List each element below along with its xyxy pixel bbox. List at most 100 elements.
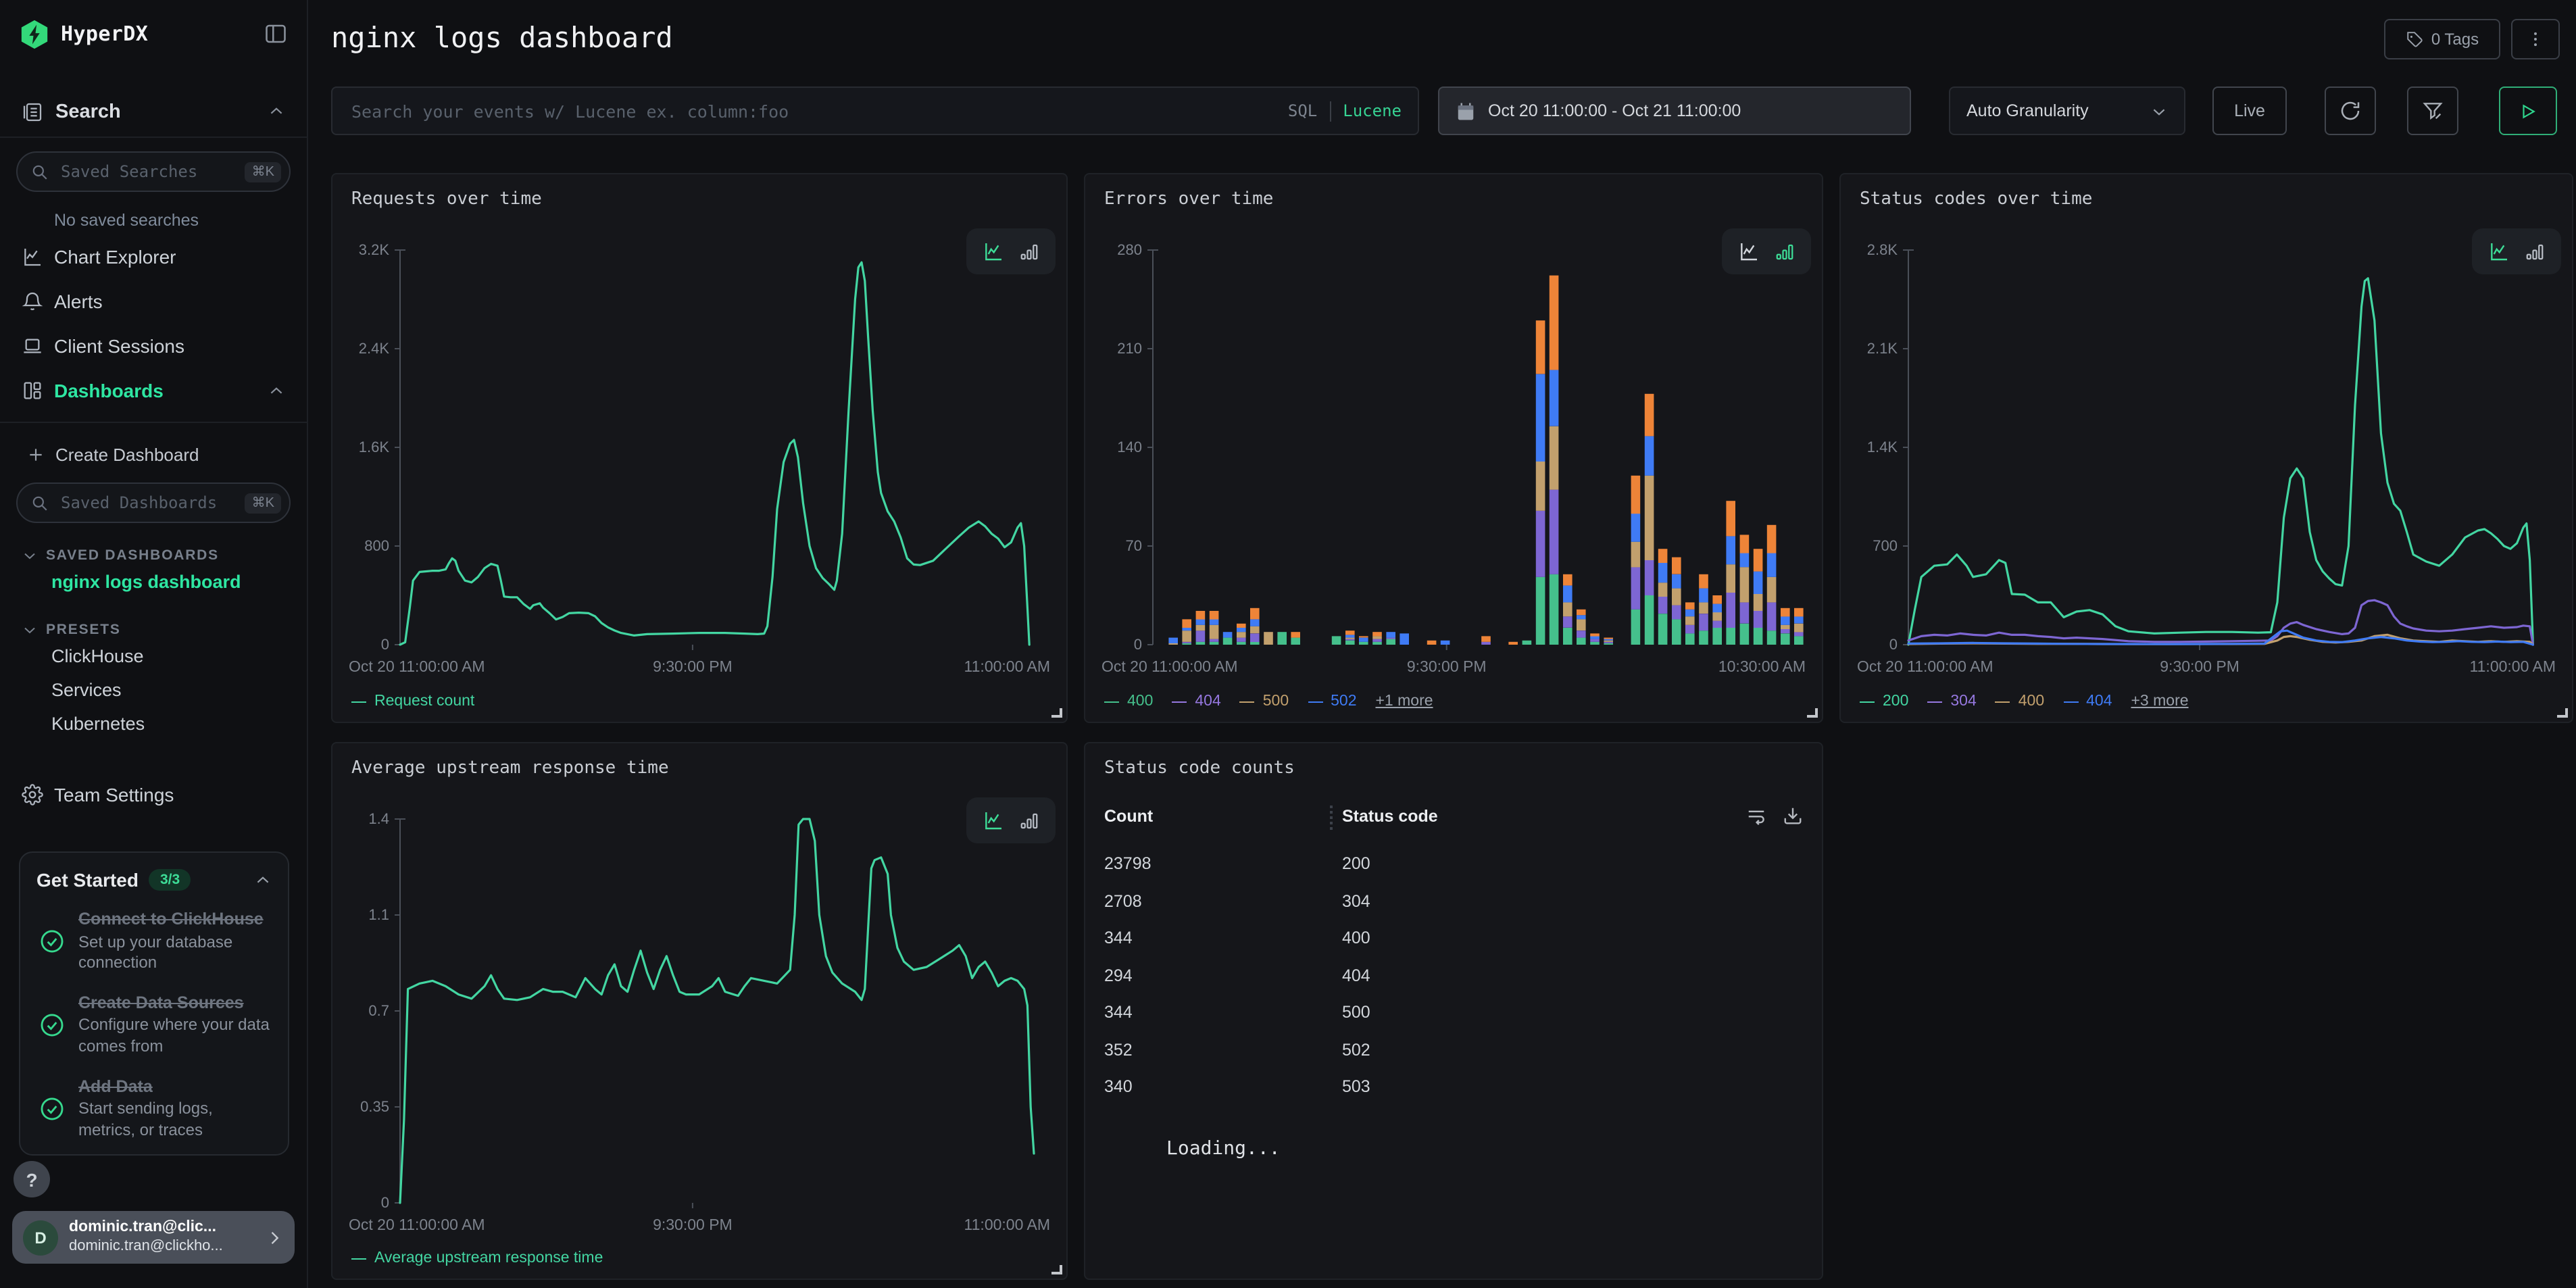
laptop-icon — [22, 335, 45, 357]
bar-chart-toggle-icon[interactable] — [1775, 241, 1795, 262]
line-chart-toggle-icon[interactable] — [983, 810, 1004, 831]
granularity-select[interactable]: Auto Granularity — [1949, 86, 2185, 135]
svg-text:2.4K: 2.4K — [359, 340, 390, 357]
get-started-item[interactable]: Create Data SourcesConfigure where your … — [36, 993, 272, 1058]
legend-more-link[interactable]: +1 more — [1376, 693, 1433, 710]
refresh-button[interactable] — [2325, 86, 2376, 135]
chart-canvas-avg_upstream[interactable]: 00.350.71.11.4Oct 20 11:00:00 AM9:30:00 … — [343, 800, 1058, 1241]
bar-chart-toggle-icon[interactable] — [2525, 241, 2545, 262]
run-query-button[interactable] — [2499, 86, 2557, 135]
bar-chart-toggle-icon[interactable] — [1019, 810, 1039, 831]
chart-type-toggle[interactable] — [1722, 228, 1811, 274]
user-account-button[interactable]: D dominic.tran@clic... dominic.tran@clic… — [12, 1211, 295, 1264]
tree-section-label[interactable]: PRESETS — [0, 622, 307, 638]
legend-item-500[interactable]: 500 — [1240, 693, 1289, 710]
lucene-mode-button[interactable]: Lucene — [1343, 101, 1402, 120]
tree-item-kubernetes[interactable]: Kubernetes — [0, 708, 307, 739]
sidebar-collapse-icon[interactable] — [264, 22, 288, 46]
legend-item-502[interactable]: 502 — [1308, 693, 1356, 710]
check-circle-icon — [39, 929, 65, 955]
line-chart-toggle-icon[interactable] — [983, 241, 1004, 262]
get-started-item-desc: Set up your database connection — [78, 932, 272, 974]
sidebar-item-dashboards[interactable]: Dashboards — [0, 373, 307, 408]
chevron-right-icon — [265, 1228, 284, 1247]
legend-item-average-upstream-response-time[interactable]: Average upstream response time — [351, 1250, 603, 1266]
create-dashboard-button[interactable]: Create Dashboard — [0, 439, 307, 469]
date-range-picker[interactable]: Oct 20 11:00:00 - Oct 21 11:00:00 — [1438, 86, 1911, 135]
table-row[interactable]: 340503 — [1104, 1072, 1803, 1107]
download-icon[interactable] — [1783, 806, 1803, 826]
chevron-up-icon[interactable] — [268, 103, 285, 120]
kebab-menu-button[interactable] — [2511, 19, 2560, 59]
get-started-item[interactable]: Add DataStart sending logs, metrics, or … — [36, 1076, 272, 1141]
line-chart-toggle-icon[interactable] — [2488, 241, 2510, 262]
legend-more-link[interactable]: +3 more — [2131, 693, 2189, 710]
legend-item-404[interactable]: 404 — [2063, 693, 2112, 710]
sidebar-item-team-settings[interactable]: Team Settings — [0, 777, 307, 812]
legend-item-request-count[interactable]: Request count — [351, 693, 474, 710]
live-label: Live — [2234, 101, 2265, 120]
table-row[interactable]: 294404 — [1104, 960, 1803, 995]
bell-icon — [22, 291, 45, 312]
chart-type-toggle[interactable] — [966, 797, 1056, 843]
table-row[interactable]: 344500 — [1104, 997, 1803, 1033]
chart-canvas-requests[interactable]: 08001.6K2.4K3.2KOct 20 11:00:00 AM9:30:0… — [343, 231, 1058, 683]
tree-section-label[interactable]: SAVED DASHBOARDS — [0, 547, 307, 564]
sql-mode-button[interactable]: SQL — [1288, 101, 1317, 120]
tree-item-clickhouse[interactable]: ClickHouse — [0, 641, 307, 672]
svg-text:2.8K: 2.8K — [1867, 241, 1898, 258]
wrap-text-icon[interactable] — [1746, 806, 1766, 826]
column-header-status-code[interactable]: Status code — [1342, 807, 1438, 826]
table-row[interactable]: 344400 — [1104, 923, 1803, 958]
saved-searches-field[interactable] — [58, 161, 245, 182]
saved-dashboards-input[interactable]: ⌘K — [16, 482, 291, 523]
column-resize-handle[interactable] — [1330, 806, 1333, 830]
page-title: nginx logs dashboard — [331, 22, 673, 54]
table-row[interactable]: 352502 — [1104, 1035, 1803, 1070]
sidebar-item-search[interactable]: Search — [0, 97, 307, 138]
chevron-up-icon[interactable] — [254, 871, 272, 889]
event-search-field[interactable] — [349, 99, 1288, 122]
chart-canvas-status_codes[interactable]: 07001.4K2.1K2.8KOct 20 11:00:00 AM9:30:0… — [1852, 231, 2564, 683]
chart-canvas-errors[interactable]: 070140210280Oct 20 11:00:00 AM9:30:00 PM… — [1096, 231, 1814, 683]
chevron-up-icon[interactable] — [268, 382, 285, 399]
tree-item-services[interactable]: Services — [0, 674, 307, 705]
table-row[interactable]: 23798200 — [1104, 849, 1803, 884]
svg-text:0: 0 — [381, 636, 389, 653]
bar-chart-toggle-icon[interactable] — [1019, 241, 1039, 262]
nav-label: Chart Explorer — [54, 246, 285, 268]
filter-button[interactable] — [2407, 86, 2458, 135]
event-search-input[interactable]: SQL Lucene — [331, 86, 1419, 135]
sidebar-item-chart-explorer[interactable]: Chart Explorer — [0, 239, 307, 274]
sidebar-item-alerts[interactable]: Alerts — [0, 284, 307, 319]
resize-handle[interactable] — [1051, 1265, 1062, 1274]
tree-item-nginx-logs-dashboard[interactable]: nginx logs dashboard — [0, 566, 307, 597]
svg-text:10:30:00 AM: 10:30:00 AM — [1718, 658, 1806, 675]
svg-text:1.6K: 1.6K — [359, 439, 390, 455]
legend-item-400[interactable]: 400 — [1996, 693, 2044, 710]
tags-button[interactable]: 0 Tags — [2384, 19, 2500, 59]
chart-type-toggle[interactable] — [2472, 228, 2561, 274]
live-button[interactable]: Live — [2212, 86, 2287, 135]
help-button[interactable]: ? — [14, 1161, 50, 1197]
sidebar-item-client-sessions[interactable]: Client Sessions — [0, 328, 307, 364]
get-started-item-title: Add Data — [78, 1076, 272, 1097]
legend-swatch — [1860, 701, 1875, 702]
resize-handle[interactable] — [1807, 708, 1818, 718]
loading-indicator: Loading... — [1166, 1138, 1281, 1160]
get-started-item[interactable]: Connect to ClickHouseSet up your databas… — [36, 910, 272, 974]
svg-text:0: 0 — [1134, 636, 1142, 653]
saved-dashboards-field[interactable] — [58, 492, 245, 514]
resize-handle[interactable] — [1051, 708, 1062, 718]
table-row[interactable]: 2708304 — [1104, 886, 1803, 921]
legend-item-304[interactable]: 304 — [1927, 693, 1976, 710]
legend-item-400[interactable]: 400 — [1104, 693, 1153, 710]
legend-item-200[interactable]: 200 — [1860, 693, 1908, 710]
saved-searches-input[interactable]: ⌘K — [16, 151, 291, 192]
column-header-count[interactable]: Count — [1104, 807, 1153, 826]
play-icon — [2519, 102, 2537, 120]
legend-item-404[interactable]: 404 — [1172, 693, 1220, 710]
chart-type-toggle[interactable] — [966, 228, 1056, 274]
line-chart-toggle-icon[interactable] — [1738, 241, 1760, 262]
resize-handle[interactable] — [2557, 708, 2568, 718]
